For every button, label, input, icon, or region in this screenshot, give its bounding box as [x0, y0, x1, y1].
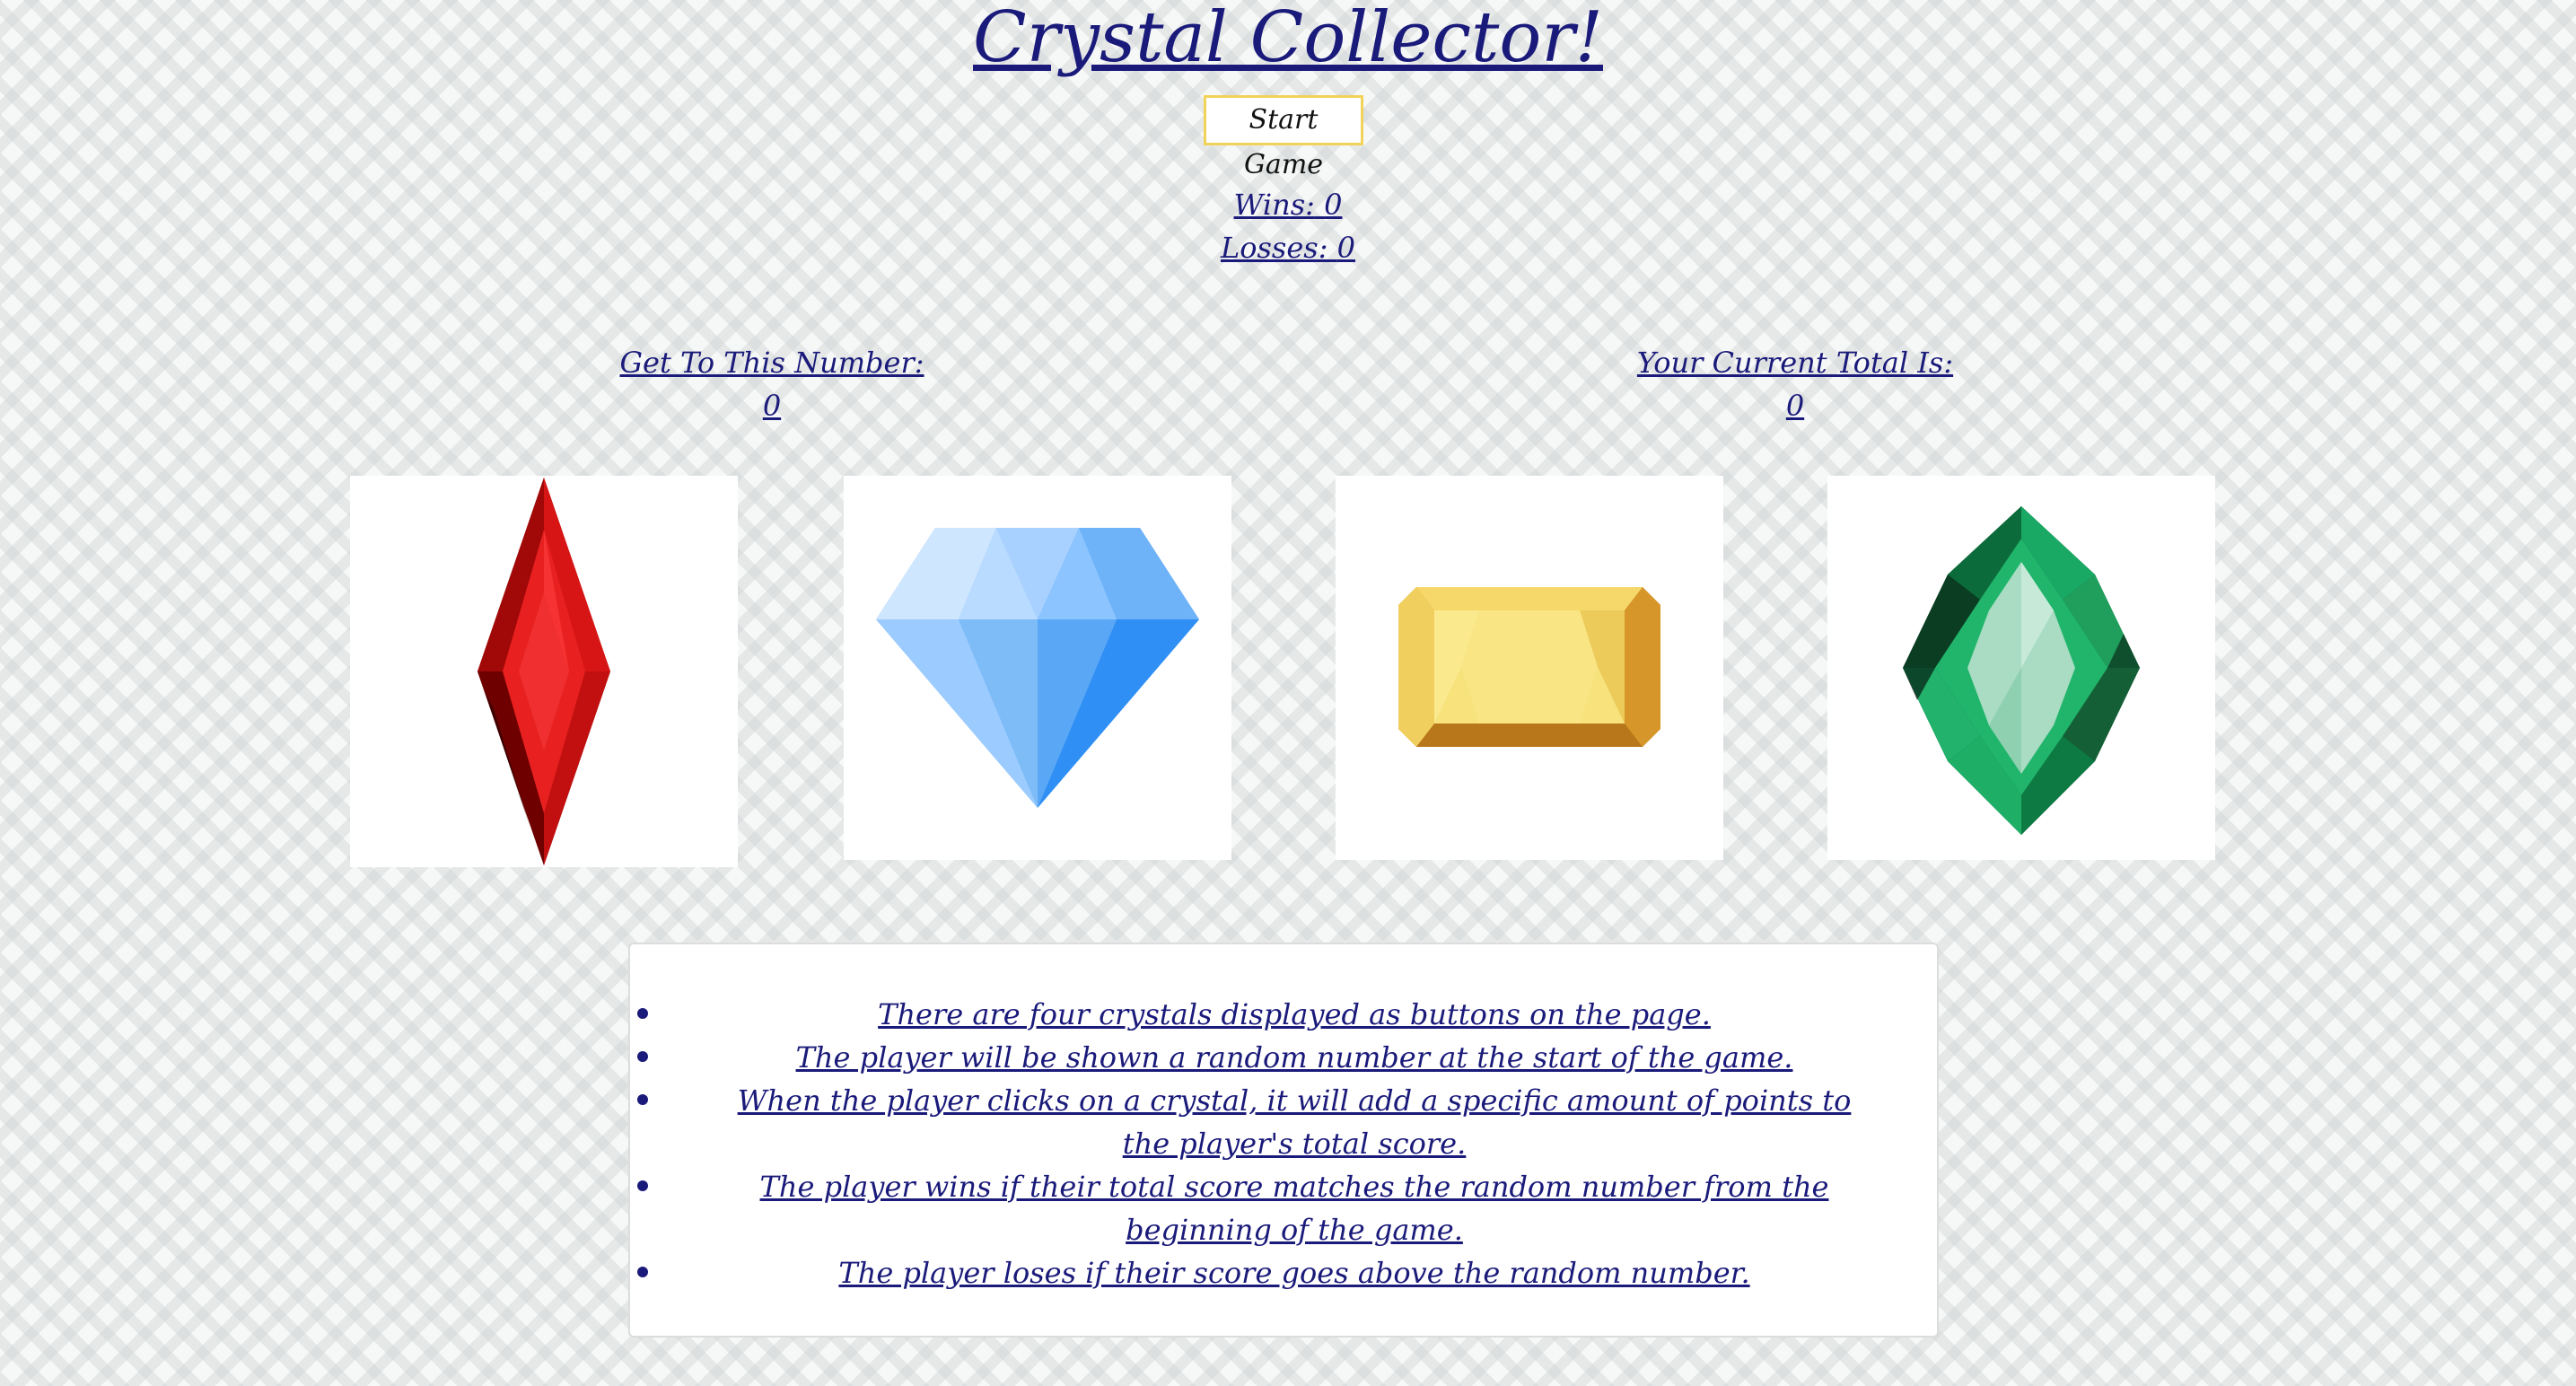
losses-counter: Losses: 0 — [0, 226, 2576, 269]
bullet-icon — [637, 1094, 648, 1105]
green-emerald-icon — [1903, 506, 2140, 835]
rule-text: When the player clicks on a crystal, it … — [737, 1083, 1852, 1161]
wins-value: 0 — [1324, 188, 1343, 222]
bullet-icon — [637, 1008, 648, 1019]
crystal-button-green[interactable] — [1827, 476, 2215, 860]
blue-diamond-icon — [876, 528, 1199, 808]
target-number-value: 0 — [762, 389, 782, 423]
crystal-button-red[interactable] — [350, 476, 738, 867]
bullet-icon — [637, 1051, 648, 1062]
losses-value: 0 — [1336, 231, 1356, 265]
wins-label: Wins: — [1233, 188, 1315, 222]
bullet-icon — [637, 1267, 648, 1277]
wins-counter: Wins: 0 — [0, 183, 2576, 226]
rule-item: The player loses if their score goes abo… — [637, 1251, 1869, 1294]
rule-text: The player wins if their total score mat… — [759, 1170, 1829, 1247]
losses-label: Losses: — [1220, 231, 1328, 265]
red-crystal-icon — [478, 478, 610, 865]
crystal-button-blue[interactable] — [844, 476, 1231, 860]
rule-item: The player wins if their total score mat… — [637, 1165, 1869, 1251]
current-total-value: 0 — [1785, 389, 1805, 423]
rule-text: The player will be shown a random number… — [795, 1040, 1793, 1075]
rules-list: There are four crystals displayed as but… — [637, 993, 1869, 1294]
bullet-icon — [637, 1180, 648, 1191]
current-total-label: Your Current Total Is: — [1636, 346, 1954, 380]
rule-item: The player will be shown a random number… — [637, 1036, 1869, 1079]
rule-text: There are four crystals displayed as but… — [878, 997, 1711, 1031]
current-total-panel: Your Current Total Is: 0 — [1526, 341, 2064, 427]
rule-item: When the player clicks on a crystal, it … — [637, 1079, 1869, 1165]
crystal-button-yellow[interactable] — [1336, 476, 1723, 860]
yellow-crystal-icon — [1398, 587, 1660, 747]
rule-text: The player loses if their score goes abo… — [838, 1256, 1750, 1290]
rules-panel: There are four crystals displayed as but… — [628, 943, 1939, 1338]
page-title: Crystal Collector! — [973, 0, 1603, 78]
start-game-button[interactable]: Start Game — [1204, 95, 1363, 180]
target-number-label: Get To This Number: — [619, 346, 924, 380]
target-number-panel: Get To This Number: 0 — [503, 341, 1041, 427]
rule-item: There are four crystals displayed as but… — [637, 993, 1869, 1036]
